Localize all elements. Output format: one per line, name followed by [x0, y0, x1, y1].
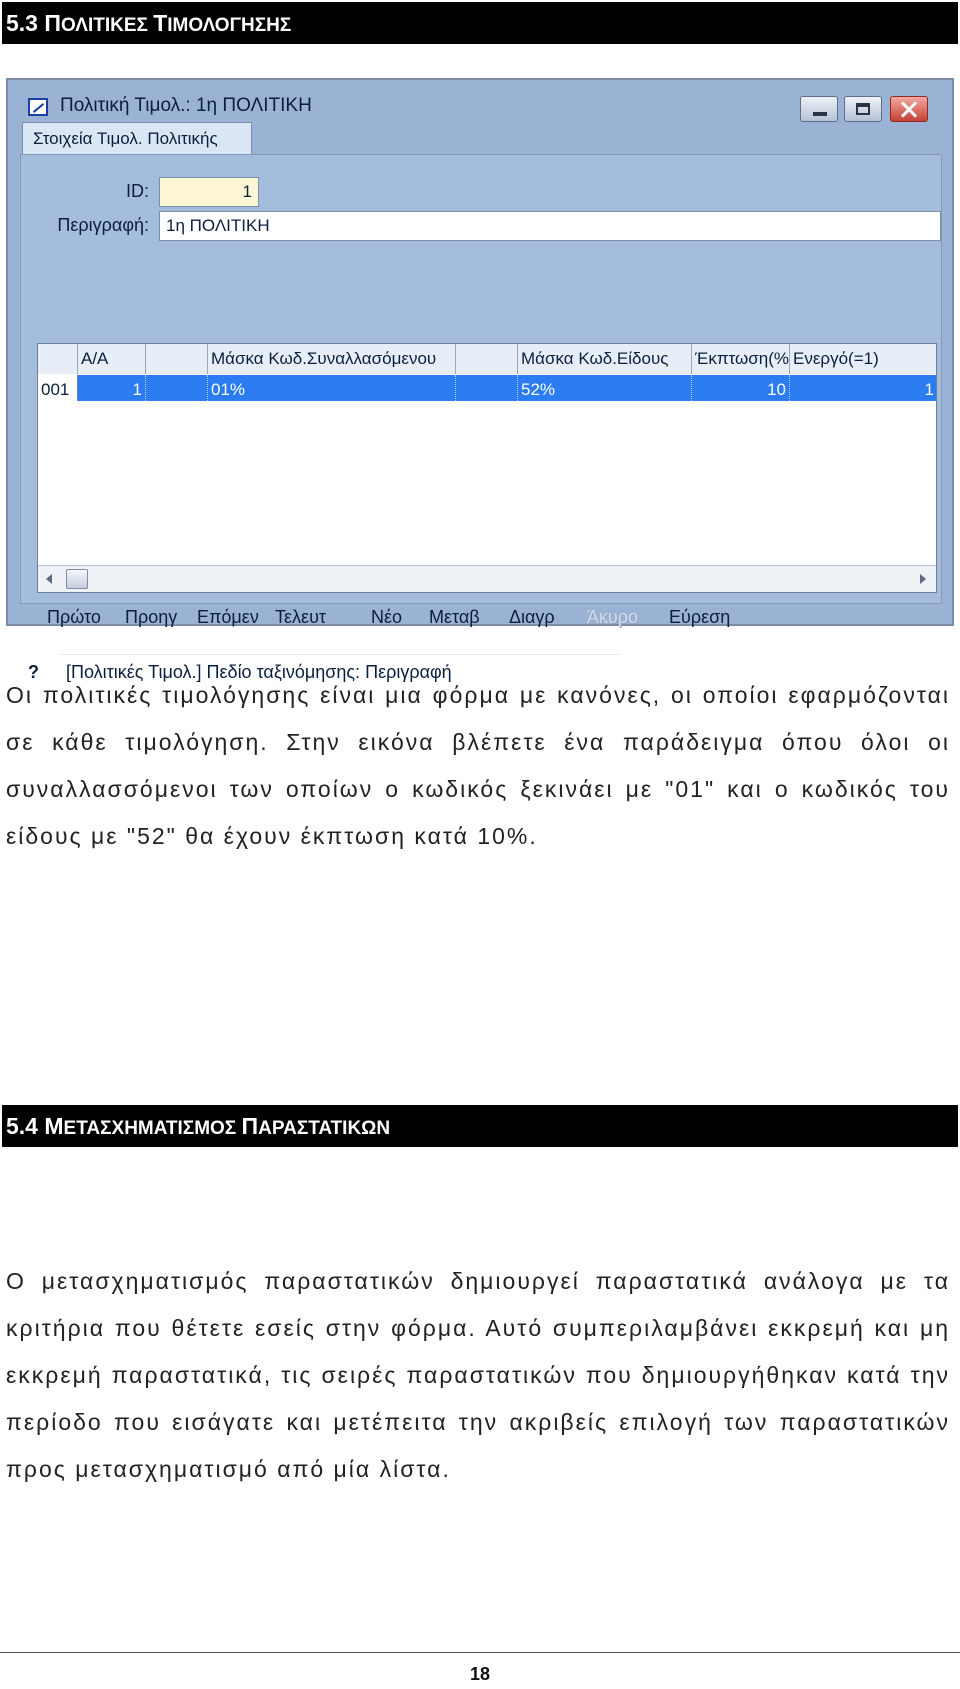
window-titlebar[interactable]: Πολιτική Τιμολ.: 1η ΠΟΛΙΤΙΚΗ	[20, 90, 942, 122]
maximize-button[interactable]	[844, 96, 882, 122]
cancel-button: Άκυρο	[587, 607, 639, 627]
page-number: 18	[469, 1664, 491, 1684]
status-divider	[60, 654, 620, 655]
last-button[interactable]: Τελευτ	[275, 607, 326, 628]
section-title-initial: Μ	[44, 1113, 64, 1139]
row-cell[interactable]	[146, 375, 208, 401]
grid-header: Α/Α Μάσκα Κωδ.Συναλλασόμενου Μάσκα Κωδ.Ε…	[38, 344, 936, 374]
previous-button[interactable]: Προηγ	[125, 607, 177, 628]
next-button[interactable]: Επόμεν	[197, 607, 259, 628]
grid-header-cell[interactable]	[146, 344, 208, 374]
id-label: ID:	[125, 181, 149, 201]
description-label: Περιγραφή:	[57, 215, 149, 235]
section-number: 5.4	[6, 1113, 38, 1139]
section-title-initial: Π	[44, 10, 61, 36]
window-title: Πολιτική Τιμολ.: 1η ΠΟΛΙΤΙΚΗ	[60, 95, 312, 116]
section-title-rest: ΑΡΑΣΤΑΤΙΚΩΝ	[258, 1118, 391, 1139]
tab-pricing-policy-details[interactable]: Στοιχεία Τιμολ. Πολιτικής	[22, 122, 252, 154]
section-number: 5.3	[6, 10, 38, 36]
scroll-right-icon[interactable]	[920, 574, 926, 584]
row-cell[interactable]: 52%	[518, 375, 692, 401]
close-button[interactable]	[890, 96, 928, 122]
new-button[interactable]: Νέο	[371, 607, 402, 628]
grid-header-cell[interactable]: Ενεργό(=1)	[790, 344, 936, 374]
grid-header-cell[interactable]	[456, 344, 518, 374]
scroll-left-icon[interactable]	[46, 574, 52, 584]
row-cell[interactable]: 1	[78, 375, 146, 401]
section-heading-5-3: 5.3 ΠΟΛΙΤΙΚΕΣ ΤΙΜΟΛΟΓΗΣΗΣ	[2, 2, 958, 44]
footer-divider	[0, 1652, 960, 1653]
rules-grid: Α/Α Μάσκα Κωδ.Συναλλασόμενου Μάσκα Κωδ.Ε…	[37, 343, 937, 593]
delete-button[interactable]: Διαγρ	[509, 607, 555, 628]
first-button[interactable]: Πρώτο	[47, 607, 101, 628]
grid-header-cell[interactable]	[38, 344, 78, 374]
minimize-button[interactable]	[800, 96, 838, 122]
section-title-rest: ΕΤΑΣΧΗΜΑΤΙΣΜΟΣ	[63, 1118, 242, 1139]
grid-header-cell[interactable]: Μάσκα Κωδ.Συναλλασόμενου	[208, 344, 456, 374]
section-heading-5-4: 5.4 ΜΕΤΑΣΧΗΜΑΤΙΣΜΟΣ ΠΑΡΑΣΤΑΤΙΚΩΝ	[2, 1105, 958, 1147]
scroll-thumb[interactable]	[66, 569, 88, 589]
grid-header-cell[interactable]: Μάσκα Κωδ.Είδους	[518, 344, 692, 374]
find-button[interactable]: Εύρεση	[669, 607, 730, 628]
navigation-bar: Πρώτο Προηγ Επόμεν Τελευτ Νέο Μεταβ Διαγ…	[21, 607, 941, 637]
row-cell[interactable]: 1	[790, 375, 936, 401]
section-title-rest: ΟΛΙΤΙΚΕΣ	[61, 15, 154, 36]
paragraph-pricing-policies: Οι πολιτικές τιμολόγησης είναι μια φόρμα…	[6, 682, 950, 849]
section-title-rest: ΙΜΟΛΟΓΗΣΗΣ	[167, 15, 292, 36]
section-title-initial: Τ	[153, 10, 168, 36]
row-cell[interactable]: 01%	[208, 375, 456, 401]
grid-header-cell[interactable]: Έκπτωση(%)	[692, 344, 790, 374]
chart-icon	[28, 98, 48, 116]
paragraph-document-transformation: Ο μετασχηματισμός παραστατικών δημιουργε…	[6, 1268, 950, 1482]
row-cell[interactable]	[456, 375, 518, 401]
edit-button[interactable]: Μεταβ	[429, 607, 480, 628]
row-cell[interactable]: 10	[692, 375, 790, 401]
row-id-cell[interactable]: 001	[38, 375, 78, 401]
horizontal-scrollbar[interactable]	[38, 565, 936, 592]
description-field[interactable]	[159, 211, 941, 241]
id-field[interactable]	[159, 177, 259, 207]
tab-panel: ID: Περιγραφή: Α/Α Μάσκα Κωδ.Συναλλασόμε…	[20, 154, 942, 627]
grid-header-cell[interactable]: Α/Α	[78, 344, 146, 374]
table-row[interactable]: 001 1 01% 52% 10 1	[38, 375, 936, 401]
section-title-initial: Π	[241, 1113, 259, 1139]
pricing-policy-window: Πολιτική Τιμολ.: 1η ΠΟΛΙΤΙΚΗ Στοιχεία Τι…	[6, 78, 954, 682]
